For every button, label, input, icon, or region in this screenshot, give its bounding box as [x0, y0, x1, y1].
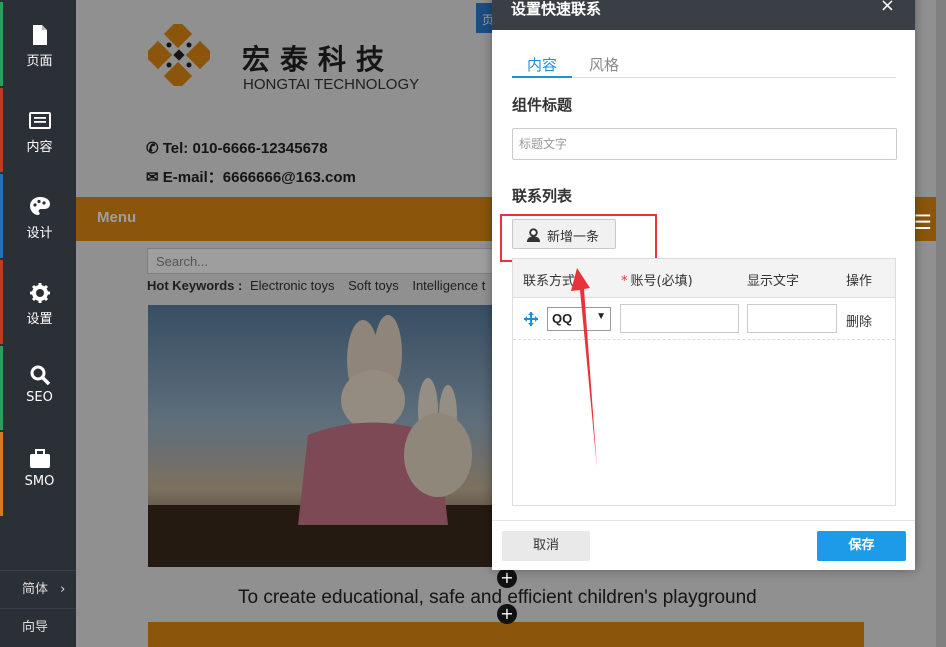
sidebar-item-seo[interactable]: SEO	[0, 346, 76, 430]
briefcase-icon	[29, 449, 50, 468]
dialog-title: 设置快速联系	[511, 0, 602, 18]
move-handle-icon[interactable]	[524, 312, 538, 326]
search-icon	[30, 365, 50, 386]
sidebar-item-label: 页面	[26, 54, 53, 69]
content-icon	[28, 112, 51, 129]
contact-table: 联系方式 * 账号(必填) 显示文字 操作 QQ ▼ 删除	[512, 258, 896, 506]
close-icon[interactable]: ×	[880, 0, 895, 16]
tab-style[interactable]: 风格	[589, 54, 619, 75]
gear-icon	[29, 283, 50, 303]
sidebar-item-design[interactable]: 设计	[0, 174, 76, 258]
delete-row-link[interactable]: 删除	[846, 311, 872, 330]
save-button[interactable]: 保存	[817, 531, 906, 561]
column-header: 操作	[846, 274, 873, 289]
guide-label: 向导	[22, 620, 49, 635]
cancel-button[interactable]: 取消	[502, 531, 590, 561]
active-tab-indicator	[512, 76, 572, 78]
required-mark: *	[621, 274, 628, 289]
quick-contact-dialog: 设置快速联系 × 内容 风格 组件标题 标题文字 联系列表 新增一条 联系方式 …	[492, 0, 915, 570]
dialog-header: 设置快速联系 ×	[492, 0, 915, 30]
column-header: 显示文字	[747, 274, 800, 289]
contact-type-select[interactable]: QQ ▼	[547, 307, 611, 331]
sidebar-item-smo[interactable]: SMO	[0, 432, 76, 516]
display-text-input[interactable]	[747, 304, 837, 333]
language-label: 简体	[22, 582, 49, 597]
sidebar-item-content[interactable]: 内容	[0, 88, 76, 172]
chevron-right-icon: ›	[60, 582, 66, 597]
column-header: 联系方式	[523, 274, 576, 289]
language-switch[interactable]: 简体 ›	[0, 570, 76, 608]
sidebar-item-label: SMO	[24, 474, 55, 489]
account-input[interactable]	[620, 304, 739, 333]
tab-content[interactable]: 内容	[527, 54, 557, 75]
table-row: QQ ▼ 删除	[513, 298, 895, 340]
component-title-label: 组件标题	[512, 96, 573, 114]
guide-link[interactable]: 向导	[0, 608, 76, 646]
column-header-text: 账号(必填)	[630, 274, 693, 289]
palette-icon	[29, 197, 50, 215]
footer-divider	[492, 520, 915, 521]
sidebar-item-label: 设计	[26, 226, 53, 241]
chevron-down-icon: ▼	[596, 311, 606, 322]
add-section-icon[interactable]: +	[497, 604, 517, 624]
sidebar-item-label: 设置	[26, 312, 53, 327]
page-icon	[32, 25, 47, 45]
highlight-box	[500, 214, 657, 262]
add-section-icon[interactable]: +	[497, 568, 517, 588]
sidebar-item-page[interactable]: 页面	[0, 2, 76, 86]
component-title-input[interactable]: 标题文字	[512, 128, 897, 160]
table-header: 联系方式 * 账号(必填) 显示文字 操作	[513, 259, 895, 298]
contact-list-label: 联系列表	[512, 187, 573, 205]
sidebar-item-label: SEO	[26, 390, 53, 405]
contact-type-value: QQ	[552, 311, 573, 326]
left-sidebar: 页面 内容 设计 设置 SEO SMO 简体 › 向导	[0, 0, 76, 647]
menu-hamburger-icon: ☰	[914, 210, 932, 234]
sidebar-item-settings[interactable]: 设置	[0, 260, 76, 344]
column-header: * 账号(必填)	[621, 270, 693, 289]
sidebar-item-label: 内容	[26, 140, 53, 155]
